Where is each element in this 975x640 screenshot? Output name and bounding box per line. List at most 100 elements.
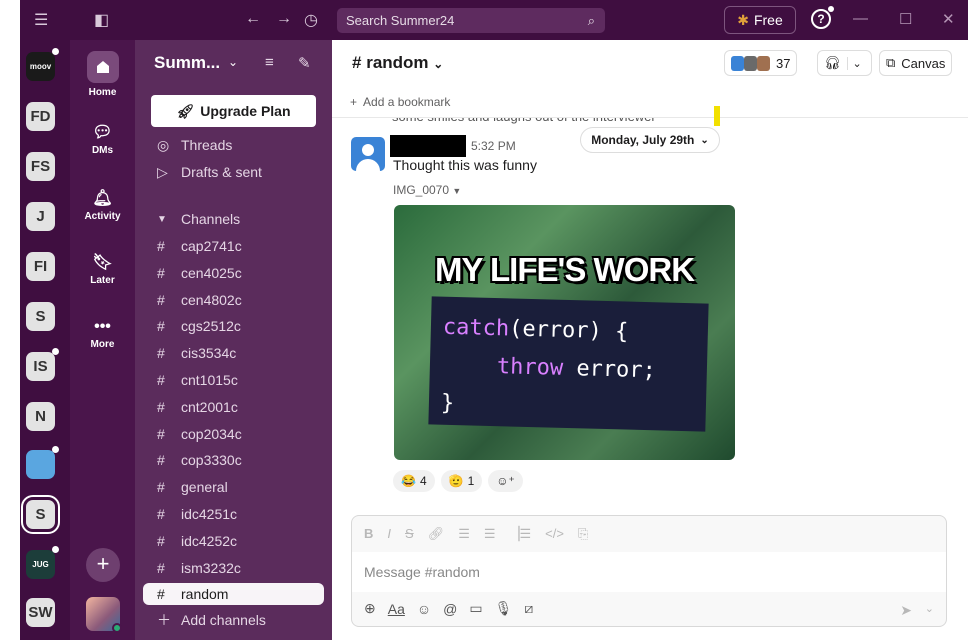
huddle-button[interactable]: 🎧︎ ⌄ [817,50,872,76]
add-workspace-button[interactable]: + [86,548,120,582]
hash-icon: # [157,452,165,469]
sidebar-item-ism3232c[interactable]: # ism3232c [157,557,327,579]
workspace-icon[interactable]: JUG [26,546,59,579]
sidebar-item-idc4252c[interactable]: # idc4252c [157,530,327,552]
workspace-name[interactable]: Summ... [154,53,220,73]
hash-icon: # [157,586,165,603]
add-channels-button[interactable]: ＋ Add channels [157,609,327,631]
workspace-icon[interactable]: FS [26,152,55,181]
hash-icon: # [157,318,165,335]
sidebar-item-cis3534c[interactable]: # cis3534c [157,342,327,364]
message-avatar[interactable] [351,137,385,171]
sidebar-item-cen4802c[interactable]: # cen4802c [157,289,327,311]
add-reaction-button[interactable]: ☺︎⁺ [488,470,523,492]
compose-icon[interactable]: ✎ [298,54,311,72]
nav-activity[interactable]: 🔔︎ Activity [70,188,135,222]
shortcuts-icon[interactable]: ⧄ [524,600,533,617]
sidebar-item-drafts[interactable]: ▷ Drafts & sent [157,161,327,183]
message-text: Thought this was funny [393,157,537,173]
sidebar-item-cop2034c[interactable]: # cop2034c [157,423,327,445]
workspace-icon[interactable]: FI [26,252,55,281]
sidebar-item-cnt1015c[interactable]: # cnt1015c [157,369,327,391]
history-icon[interactable]: ◷ [304,10,318,30]
bulleted-list-icon[interactable]: ☰ [484,526,496,542]
search-input[interactable]: Search Summer24 ⌕ [337,8,605,33]
image-attachment[interactable]: MY LIFE'S WORK catch(error) { throw erro… [394,205,735,460]
blockquote-icon[interactable]: ▕☰ [510,526,532,542]
sidebar-item-threads[interactable]: ◎ Threads [157,134,327,156]
free-label: Free [753,12,783,28]
workspace-icon[interactable]: moov [26,48,59,81]
nav-later[interactable]: 🔖︎ Later [70,252,135,286]
search-icon: ⌕ [587,13,595,28]
hamburger-menu-icon[interactable]: ☰ [34,10,48,30]
workspace-icon[interactable]: J [26,202,55,231]
sidebar-item-cop3330c[interactable]: # cop3330c [157,449,327,471]
add-bookmark-button[interactable]: + Add a bookmark [350,95,450,109]
plus-icon: ＋ [157,612,171,628]
message-input[interactable]: Message #random [352,552,946,592]
workspace-icon[interactable]: SW [26,598,55,627]
code-block-icon[interactable]: ⎘ [578,526,588,542]
attachment-filename[interactable]: IMG_0070 ▼ [393,183,461,197]
filter-icon[interactable]: ≡ [265,54,274,71]
maximize-icon[interactable]: ☐ [899,10,912,28]
sidebar-toggle-icon[interactable]: ◧ [94,10,109,30]
upgrade-plan-button[interactable]: 🚀︎ Upgrade Plan [151,95,316,127]
microphone-icon[interactable]: 🎙︎ [495,600,513,617]
strikethrough-icon[interactable]: S [405,526,414,542]
emoji-icon[interactable]: ☺ [417,601,431,617]
minimize-icon[interactable]: — [853,10,868,27]
ordered-list-icon[interactable]: ☰ [458,526,470,542]
user-avatar[interactable] [86,597,122,633]
chevron-down-icon[interactable]: ⌄ [925,602,934,615]
chevron-down-icon[interactable]: ⌄ [846,56,862,70]
nav-dms[interactable]: 💬︎ DMs [70,122,135,156]
sidebar-item-cap2741c[interactable]: # cap2741c [157,235,327,257]
channel-title[interactable]: # random ⌄ [352,53,443,73]
nav-more[interactable]: ••• More [70,318,135,350]
bold-icon[interactable]: B [364,526,373,542]
sidebar-item-cgs2512c[interactable]: # cgs2512c [157,315,327,337]
workspace-icon[interactable]: S [21,495,60,534]
reaction-salute[interactable]: 🫡 1 [440,470,483,492]
hash-icon: # [157,398,165,415]
code-icon[interactable]: </> [545,526,564,542]
sidebar-item-general[interactable]: # general [157,476,327,498]
text-format-icon[interactable]: Aa [388,601,405,617]
workspace-icon[interactable] [26,446,59,479]
canvas-button[interactable]: ⧉ Canvas [879,50,953,76]
reaction-laugh[interactable]: 😂 4 [393,470,435,492]
workspace-icon[interactable]: S [26,302,55,331]
channel-label: cgs2512c [181,318,241,335]
members-button[interactable]: 37 [724,50,798,76]
message-timestamp[interactable]: 5:32 PM [471,139,516,153]
free-plan-button[interactable]: ✱ Free [724,6,796,34]
sidebar-item-idc4251c[interactable]: # idc4251c [157,503,327,525]
forward-arrow-icon[interactable]: → [276,10,292,28]
dms-icon: 💬︎ [92,124,113,141]
channel-label: cnt2001c [181,398,238,415]
sidebar-item-random[interactable]: # random [143,583,324,606]
video-icon[interactable]: ▭ [469,600,482,617]
help-button[interactable]: ? [811,6,834,29]
sidebar-item-cen4025c[interactable]: # cen4025c [157,262,327,284]
send-icon[interactable]: ➤ [900,602,912,619]
date-divider-button[interactable]: Monday, July 29th ⌄ [580,127,720,153]
hash-icon: # [157,532,165,549]
channels-section-header[interactable]: ▼ Channels [157,208,327,230]
workspace-icon[interactable]: IS [26,348,59,381]
sidebar-item-cnt2001c[interactable]: # cnt2001c [157,396,327,418]
message-placeholder: Message #random [364,564,480,580]
mention-icon[interactable]: @ [443,601,457,617]
nav-home[interactable]: Home [70,51,135,98]
workspace-icon[interactable]: FD [26,102,55,131]
chevron-down-icon[interactable]: ⌄ [228,55,238,69]
close-icon[interactable]: ✕ [942,10,955,28]
italic-icon[interactable]: I [387,526,391,542]
back-arrow-icon[interactable]: ← [245,10,261,28]
link-icon[interactable]: 🔗︎ [428,526,445,542]
attach-plus-icon[interactable]: ⊕ [364,600,376,617]
workspace-label: FD [30,108,51,125]
workspace-icon[interactable]: N [26,402,55,431]
